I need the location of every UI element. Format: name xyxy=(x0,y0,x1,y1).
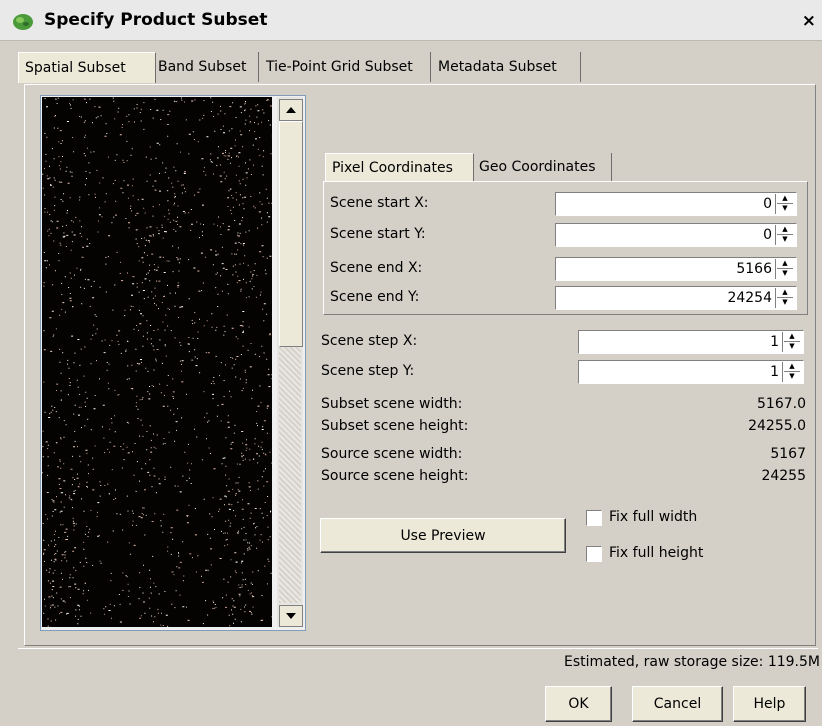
spin-up-icon[interactable]: ▲ xyxy=(777,194,793,204)
scene-start-x-input[interactable] xyxy=(558,195,772,213)
speckle-texture xyxy=(42,97,272,627)
speckle-dots xyxy=(42,97,272,623)
use-preview-button[interactable]: Use Preview xyxy=(320,518,566,553)
spin-down-icon[interactable]: ▼ xyxy=(784,372,800,381)
preview-scrollbar[interactable] xyxy=(277,97,303,627)
scene-start-y-field[interactable]: ▲ ▼ xyxy=(555,223,797,247)
tab-tie-point-grid-subset[interactable]: Tie-Point Grid Subset xyxy=(260,52,431,82)
speckle-dots xyxy=(42,98,272,627)
app-logo-icon xyxy=(13,14,33,30)
fix-full-height-label[interactable]: Fix full height xyxy=(609,545,703,561)
scene-start-x-label: Scene start X: xyxy=(330,195,429,211)
source-scene-height-value: 24255 xyxy=(761,468,806,484)
arrow-down-icon xyxy=(286,613,296,619)
subset-scene-width-value: 5167.0 xyxy=(757,396,806,412)
fix-full-height-checkbox[interactable] xyxy=(586,546,602,562)
scene-start-y-label: Scene start Y: xyxy=(330,226,426,242)
spin-down-icon[interactable]: ▼ xyxy=(784,342,800,351)
speckle-dots xyxy=(42,97,272,627)
tab-label: Band Subset xyxy=(158,59,247,75)
cancel-button[interactable]: Cancel xyxy=(632,686,723,722)
scroll-thumb[interactable] xyxy=(279,121,303,347)
spin-up-icon[interactable]: ▲ xyxy=(777,259,793,269)
scroll-down-button[interactable] xyxy=(279,605,303,627)
close-button[interactable]: × xyxy=(802,13,816,30)
speckle-dots xyxy=(42,97,271,627)
spin-down-icon[interactable]: ▼ xyxy=(777,204,793,213)
scroll-up-button[interactable] xyxy=(279,99,303,121)
scene-step-x-label: Scene step X: xyxy=(321,333,418,349)
tab-geo-coordinates[interactable]: Geo Coordinates xyxy=(473,153,612,181)
spin-down-icon[interactable]: ▼ xyxy=(777,269,793,278)
scene-end-y-spinner: ▲ ▼ xyxy=(775,288,794,308)
spin-up-icon[interactable]: ▲ xyxy=(784,362,800,372)
scene-end-x-spinner: ▲ ▼ xyxy=(775,259,794,279)
spin-down-icon[interactable]: ▼ xyxy=(777,235,793,244)
scene-step-y-spinner: ▲ ▼ xyxy=(782,362,801,382)
tab-label: Metadata Subset xyxy=(438,59,557,75)
scene-step-y-input[interactable] xyxy=(581,363,779,381)
tab-label: Spatial Subset xyxy=(25,60,126,76)
scroll-track[interactable] xyxy=(279,347,301,603)
scene-end-y-field[interactable]: ▲ ▼ xyxy=(555,286,797,310)
window-title: Specify Product Subset xyxy=(44,10,268,30)
source-scene-width-value: 5167 xyxy=(770,446,806,462)
speckle-dots xyxy=(43,98,272,627)
subset-scene-height-value: 24255.0 xyxy=(748,418,806,434)
scene-end-y-input[interactable] xyxy=(558,289,772,307)
scene-start-x-spinner: ▲ ▼ xyxy=(775,194,794,214)
arrow-up-icon xyxy=(286,107,296,113)
scene-end-x-label: Scene end X: xyxy=(330,260,423,276)
scene-end-y-label: Scene end Y: xyxy=(330,289,420,305)
ok-button[interactable]: OK xyxy=(545,686,612,722)
scene-step-y-label: Scene step Y: xyxy=(321,363,415,379)
tab-metadata-subset[interactable]: Metadata Subset xyxy=(432,52,581,82)
fix-full-width-checkbox[interactable] xyxy=(586,510,602,526)
tab-pixel-coordinates[interactable]: Pixel Coordinates xyxy=(325,153,474,182)
tab-band-subset[interactable]: Band Subset xyxy=(152,52,259,82)
tab-label: Pixel Coordinates xyxy=(332,160,453,176)
scene-start-y-input[interactable] xyxy=(558,226,772,244)
scene-step-x-field[interactable]: ▲ ▼ xyxy=(578,330,804,354)
tab-label: Geo Coordinates xyxy=(479,159,596,175)
subset-scene-height-label: Subset scene height: xyxy=(321,418,469,434)
estimated-storage-size: Estimated, raw storage size: 119.5M xyxy=(564,654,820,670)
source-scene-width-label: Source scene width: xyxy=(321,446,463,462)
subset-scene-width-label: Subset scene width: xyxy=(321,396,463,412)
preview-frame xyxy=(40,95,306,631)
spin-down-icon[interactable]: ▼ xyxy=(777,298,793,307)
preview-image[interactable] xyxy=(42,97,272,627)
footer-divider xyxy=(18,648,818,649)
spin-up-icon[interactable]: ▲ xyxy=(777,225,793,235)
scene-step-x-input[interactable] xyxy=(581,333,779,351)
use-preview-label: Use Preview xyxy=(400,527,486,544)
scene-start-x-field[interactable]: ▲ ▼ xyxy=(555,192,797,216)
spin-up-icon[interactable]: ▲ xyxy=(784,332,800,342)
tab-spatial-subset[interactable]: Spatial Subset xyxy=(18,52,156,83)
source-scene-height-label: Source scene height: xyxy=(321,468,469,484)
help-label: Help xyxy=(753,696,786,712)
ok-label: OK xyxy=(568,696,589,712)
spin-up-icon[interactable]: ▲ xyxy=(777,288,793,298)
scene-step-x-spinner: ▲ ▼ xyxy=(782,332,801,352)
tab-label: Tie-Point Grid Subset xyxy=(266,59,413,75)
scene-step-y-field[interactable]: ▲ ▼ xyxy=(578,360,804,384)
scene-end-x-input[interactable] xyxy=(558,260,772,278)
fix-full-width-label[interactable]: Fix full width xyxy=(609,509,697,525)
title-bar: Specify Product Subset × xyxy=(0,0,822,41)
cancel-label: Cancel xyxy=(653,696,702,712)
help-button[interactable]: Help xyxy=(733,686,806,722)
scene-start-y-spinner: ▲ ▼ xyxy=(775,225,794,245)
scene-end-x-field[interactable]: ▲ ▼ xyxy=(555,257,797,281)
